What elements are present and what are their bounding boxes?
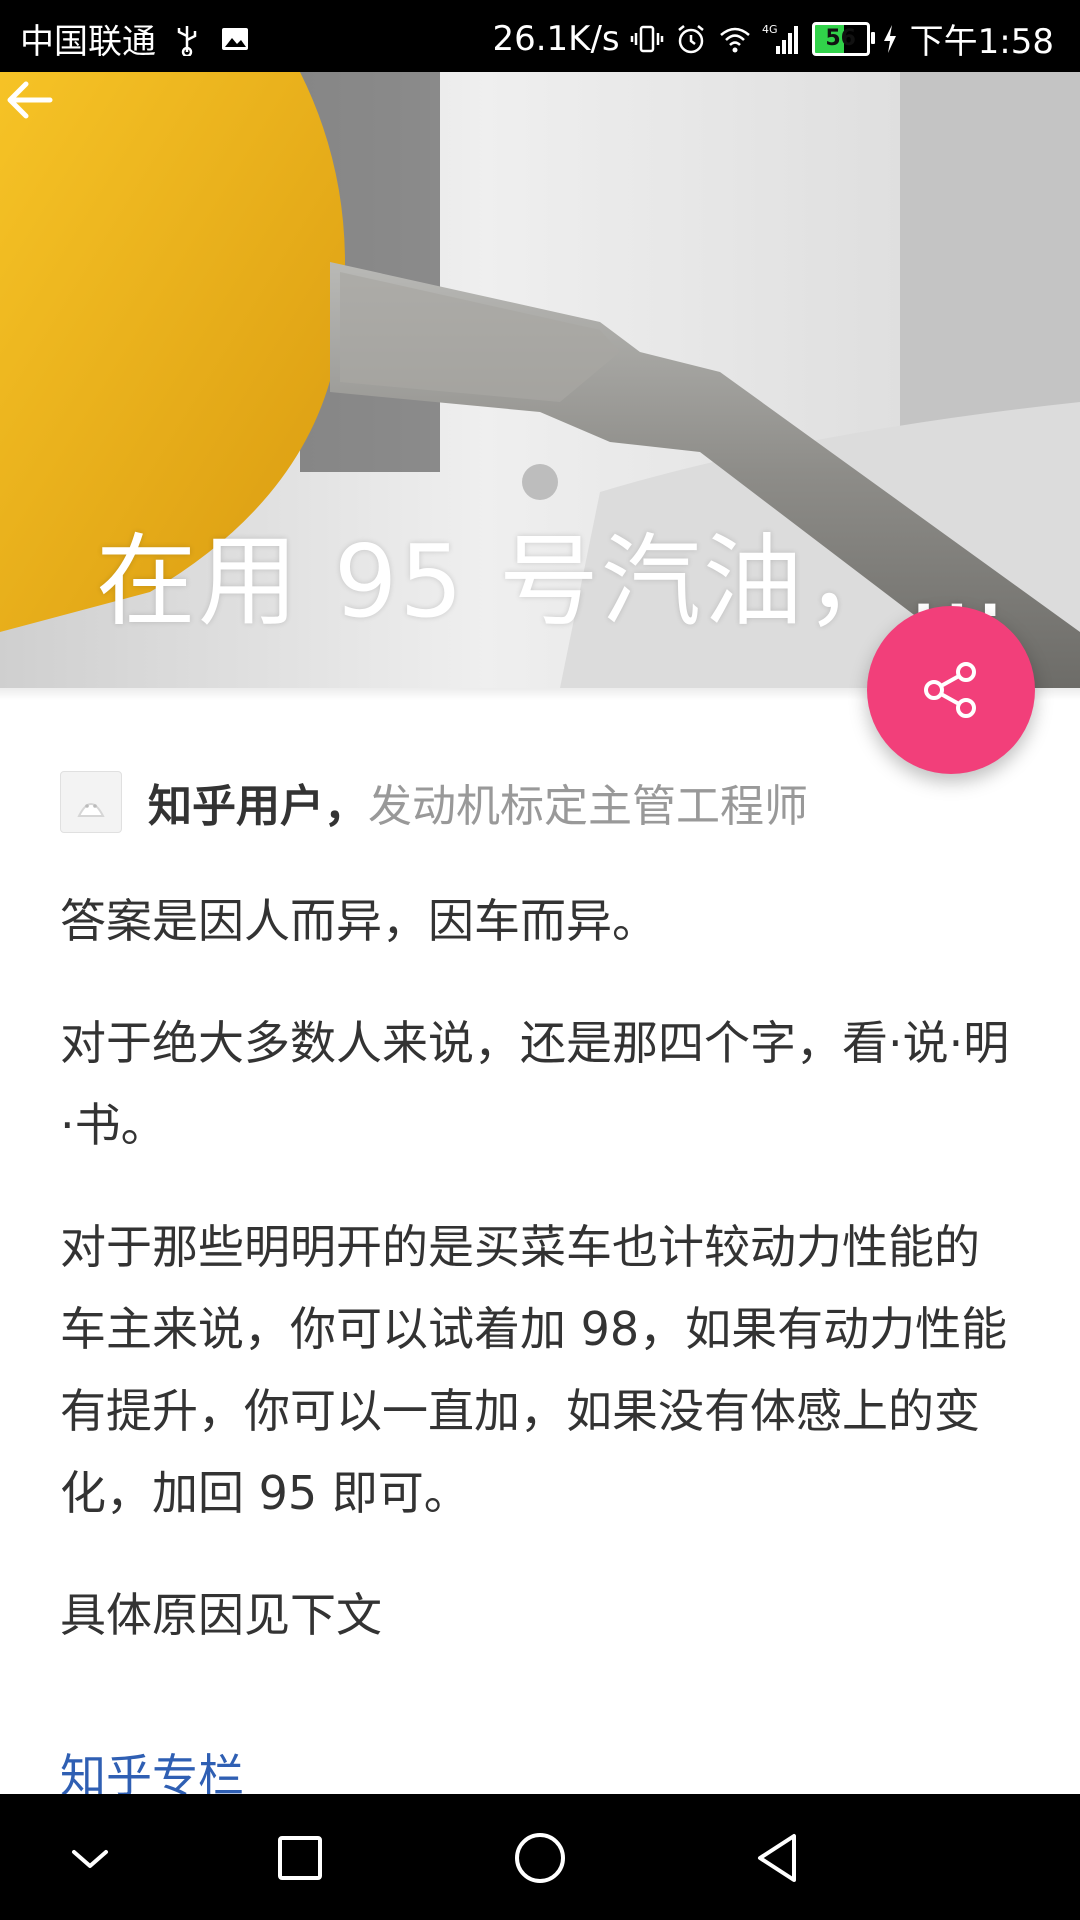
status-left: 中国联通 [20,14,252,63]
usb-icon [177,25,197,56]
wifi-icon [719,27,750,52]
article-title: 在用 95 号汽油，… [96,523,1009,640]
status-right: 26.1K/s 4G 56 下午1:58 [492,14,1054,63]
paragraph: 答案是因人而异，因车而异。 [60,894,658,948]
battery-icon: 56 [811,21,875,56]
vibrate-icon [630,25,663,52]
author-name[interactable]: 知乎用户， [148,781,368,832]
header-image: 在用 95 号汽油，… [0,72,1080,688]
recents-icon[interactable] [266,1824,334,1892]
status-bar: 中国联通 26.1K/s 4G 56 下午1:58 [0,0,1080,72]
paragraph: 具体原因见下文 [60,1588,382,1642]
paragraph: 对于绝大多数人来说，还是那四个字，看·说·明·书。 [60,1016,1010,1152]
share-button[interactable] [867,606,1035,774]
image-icon [222,27,248,50]
author-row[interactable]: 知乎用户，发动机标定主管工程师 [60,770,808,834]
home-icon[interactable] [506,1824,574,1892]
4g-signal-icon: 4G [762,23,798,54]
collapse-icon[interactable] [56,1824,124,1892]
alarm-icon [677,24,704,53]
carrier-label: 中国联通 [20,22,156,62]
battery-level: 56 [825,26,856,51]
article-body: 答案是因人而异，因车而异。 对于绝大多数人来说，还是那四个字，看·说·明·书。 … [60,880,1020,1696]
navigation-bar [0,1794,1080,1920]
share-icon [924,662,976,718]
clock: 下午1:58 [909,22,1054,62]
avatar-placeholder-icon [77,803,105,817]
back-icon[interactable] [746,1824,814,1892]
network-speed: 26.1K/s [492,18,620,59]
charging-icon [883,24,896,53]
svg-text:4G: 4G [762,23,778,36]
screen: 中国联通 26.1K/s 4G 56 下午1:58 在用 95 号汽油，… 知乎… [0,0,1080,1920]
author-info: 知乎用户，发动机标定主管工程师 [148,770,808,834]
paragraph: 对于那些明明开的是买菜车也计较动力性能的车主来说，你可以试着加 98，如果有动力… [60,1220,1008,1520]
back-arrow-icon[interactable] [0,72,56,128]
author-bio: 发动机标定主管工程师 [368,781,808,832]
avatar[interactable] [60,771,122,833]
